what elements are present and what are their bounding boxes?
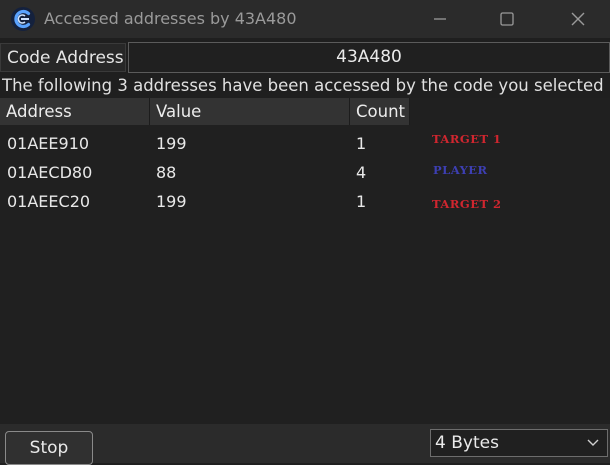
- code-address-label: Code Address: [0, 43, 126, 72]
- byte-size-selected: 4 Bytes: [435, 433, 499, 453]
- target-1-annotation: TARGET 1: [432, 132, 502, 146]
- stop-button[interactable]: Stop: [5, 431, 93, 465]
- address-cell: 01AECD80: [7, 163, 93, 182]
- target-2-annotation: TARGET 2: [432, 197, 502, 211]
- value-cell: 88: [156, 163, 177, 182]
- minimize-button[interactable]: [417, 0, 463, 38]
- close-icon: [571, 12, 585, 26]
- column-header-value[interactable]: Value: [150, 98, 350, 125]
- player-annotation: PLAYER: [433, 163, 488, 177]
- address-cell: 01AEEC20: [7, 192, 91, 211]
- byte-size-select[interactable]: 4 Bytes: [430, 429, 608, 457]
- address-cell: 01AEE910: [7, 134, 90, 153]
- column-header-address[interactable]: Address: [0, 98, 150, 125]
- count-cell: 1: [356, 134, 367, 153]
- count-cell: 1: [356, 192, 367, 211]
- footer-bar: Stop 4 Bytes: [0, 424, 610, 465]
- count-cell: 4: [356, 163, 367, 182]
- cheat-engine-logo-icon: [10, 6, 36, 32]
- column-header-count[interactable]: Count: [350, 98, 410, 125]
- value-cell: 199: [156, 192, 187, 211]
- minimize-icon: [434, 18, 446, 20]
- chevron-down-icon: [587, 439, 599, 446]
- maximize-icon: [500, 12, 514, 26]
- accessed-description: The following 3 addresses have been acce…: [2, 76, 604, 95]
- accessed-addresses-list[interactable]: Address Value Count 01AEE910 199 1 01AEC…: [0, 98, 610, 424]
- title-bar[interactable]: Accessed addresses by 43A480: [0, 0, 610, 38]
- close-button[interactable]: [555, 0, 601, 38]
- maximize-button[interactable]: [484, 0, 530, 38]
- window-title: Accessed addresses by 43A480: [44, 9, 297, 28]
- value-cell: 199: [156, 134, 187, 153]
- code-address-field[interactable]: 43A480: [128, 42, 610, 73]
